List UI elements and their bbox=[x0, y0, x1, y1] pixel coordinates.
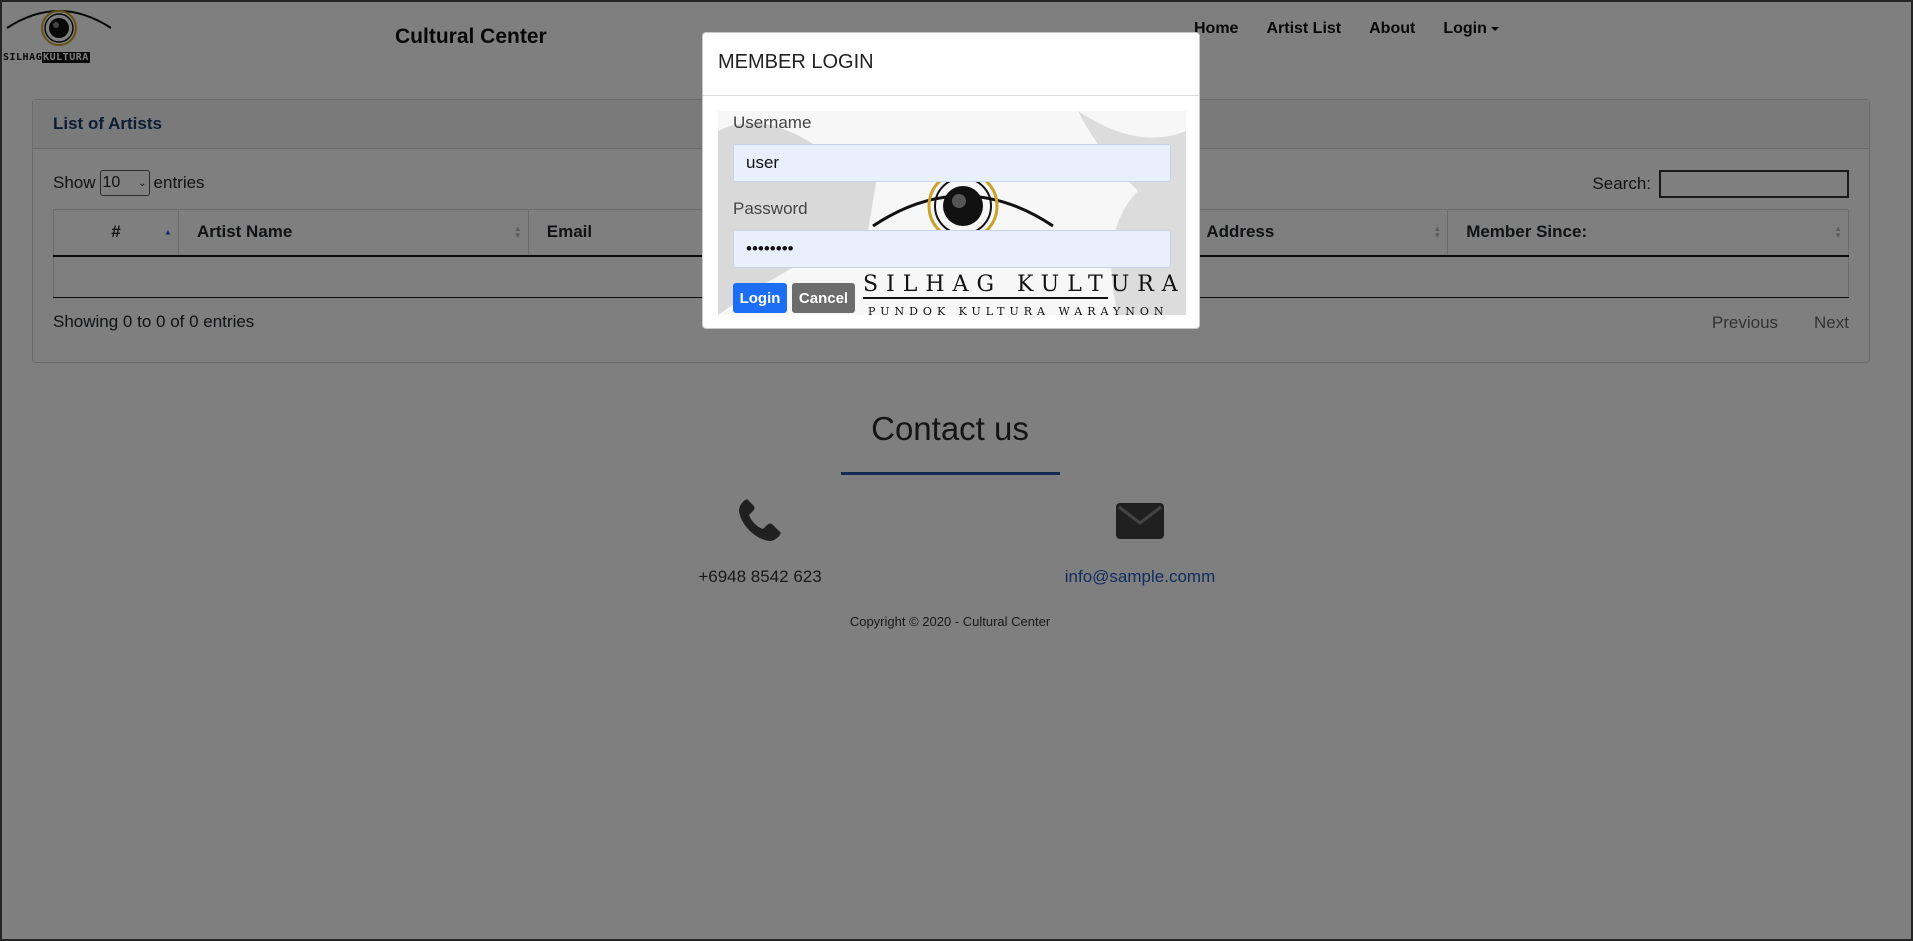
password-label: Password bbox=[733, 199, 808, 218]
modal-body: SILHAG KULTURA PUNDOK KULTURA WARAYNON U… bbox=[718, 111, 1186, 315]
username-input[interactable]: user bbox=[733, 144, 1171, 182]
cancel-button[interactable]: Cancel bbox=[792, 283, 855, 313]
bg-logo-title: SILHAG KULTURA bbox=[863, 272, 1186, 297]
login-button[interactable]: Login bbox=[733, 283, 787, 313]
username-label: Username bbox=[733, 113, 812, 132]
bg-logo-subtitle: PUNDOK KULTURA WARAYNON bbox=[868, 305, 1169, 315]
password-input[interactable]: •••••••• bbox=[733, 230, 1171, 268]
login-modal: MEMBER LOGIN SILHAG KULTURA PUNDOK KULTU… bbox=[702, 32, 1200, 329]
modal-title: MEMBER LOGIN bbox=[703, 33, 1199, 96]
